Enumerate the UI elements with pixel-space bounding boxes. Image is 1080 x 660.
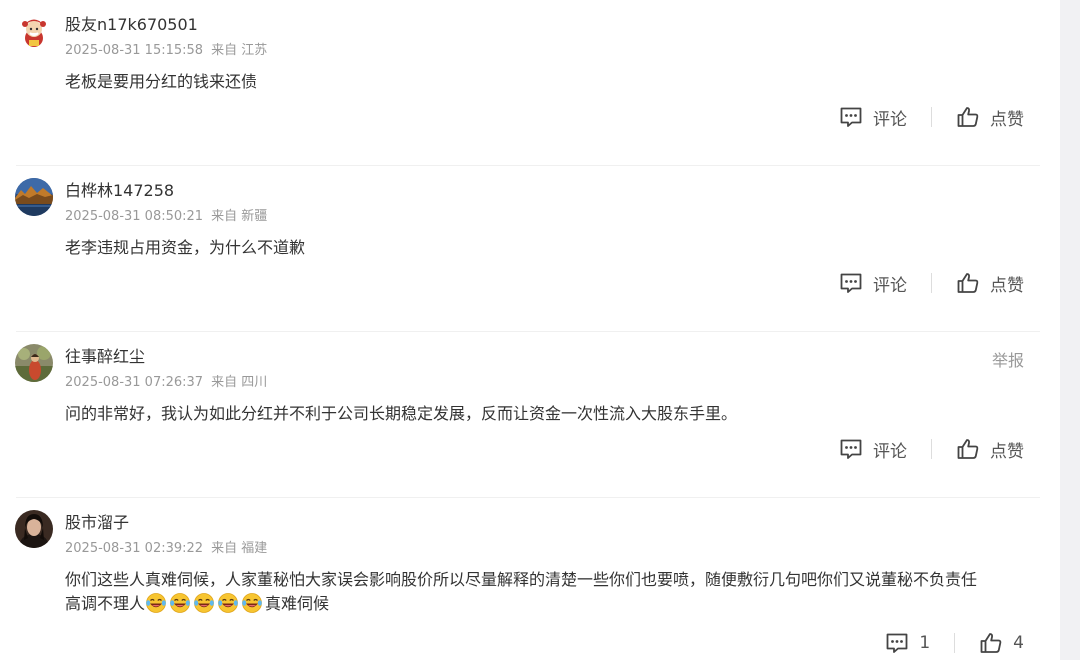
comment-content: 老板是要用分红的钱来还债 — [65, 72, 258, 91]
comment-text: 真难伺候 — [265, 594, 330, 613]
report-button[interactable]: 举报 — [992, 347, 1024, 371]
comment-location: 来自 四川 — [211, 375, 268, 390]
comment-actions: 评论 点赞 — [839, 436, 1024, 462]
comment-item: 白桦林147258 2025-08-31 08:50:21 来自 新疆 老李违规占… — [0, 166, 1060, 332]
thumbs-up-icon — [957, 439, 979, 459]
comment-item: 股友n17k670501 2025-08-31 15:15:58 来自 江苏 老板… — [0, 0, 1060, 166]
photo-avatar-icon — [15, 344, 53, 382]
action-divider — [931, 107, 932, 127]
username[interactable]: 往事醉红尘 — [65, 346, 145, 368]
reply-button[interactable]: 评论 — [839, 437, 907, 462]
reply-button[interactable]: 评论 — [839, 271, 907, 296]
comment-actions: 评论 点赞 — [839, 270, 1024, 296]
comment-item: 股市溜子 2025-08-31 02:39:22 来自 福建 你们这些人真难伺候，… — [0, 498, 1060, 660]
comment-icon — [840, 439, 862, 459]
like-label: 点赞 — [990, 109, 1024, 130]
comment-icon — [840, 107, 862, 127]
comment-meta: 2025-08-31 08:50:21 来自 新疆 — [65, 208, 267, 226]
reply-button[interactable]: 评论 — [839, 105, 907, 130]
laughing-tears-emoji-icon — [242, 593, 262, 613]
comment-actions: 1 4 — [885, 630, 1024, 656]
username[interactable]: 白桦林147258 — [65, 180, 174, 202]
comment-actions: 评论 点赞 — [839, 104, 1024, 130]
comment-location: 来自 江苏 — [211, 43, 268, 58]
user-avatar[interactable] — [15, 12, 53, 50]
user-avatar[interactable] — [15, 178, 53, 216]
reply-label: 评论 — [873, 441, 907, 462]
comment-content-line: 高调不理人 真难伺候 — [65, 592, 1035, 616]
comment-content: 老李违规占用资金，为什么不道歉 — [65, 238, 306, 257]
user-avatar[interactable] — [15, 510, 53, 548]
cartoon-avatar-icon — [15, 12, 53, 50]
comment-content: 你们这些人真难伺候，人家董秘怕大家误会影响股价所以尽量解释的清楚一些你们也要喷，… — [65, 568, 1035, 616]
action-divider — [931, 273, 932, 293]
thumbs-up-icon — [980, 633, 1002, 653]
comment-icon — [840, 273, 862, 293]
username[interactable]: 股友n17k670501 — [65, 14, 198, 36]
comment-time: 2025-08-31 07:26:37 — [65, 375, 204, 390]
user-avatar[interactable] — [15, 344, 53, 382]
action-divider — [954, 633, 956, 653]
like-label: 点赞 — [990, 275, 1024, 296]
laughing-tears-emoji-icon — [194, 593, 214, 613]
comment-location: 来自 新疆 — [211, 209, 268, 224]
like-count: 4 — [1013, 633, 1024, 653]
portrait-avatar-icon — [15, 510, 53, 548]
reply-count: 1 — [919, 633, 931, 653]
action-divider — [931, 439, 932, 459]
comment-item: 往事醉红尘 举报 2025-08-31 07:26:37 来自 四川 问的非常好，… — [0, 332, 1060, 498]
comment-location: 来自 福建 — [211, 541, 268, 556]
like-button[interactable]: 点赞 — [956, 437, 1024, 462]
like-button[interactable]: 点赞 — [956, 271, 1024, 296]
laughing-tears-emoji-icon — [170, 593, 190, 613]
laughing-tears-emoji-icon — [146, 593, 166, 613]
comment-meta: 2025-08-31 07:26:37 来自 四川 — [65, 374, 267, 392]
emoji-row — [145, 593, 265, 613]
username[interactable]: 股市溜子 — [65, 512, 129, 534]
like-button[interactable]: 点赞 — [956, 105, 1024, 130]
reply-label: 评论 — [873, 275, 907, 296]
comment-time: 2025-08-31 15:15:58 — [65, 43, 204, 58]
comment-content-line: 你们这些人真难伺候，人家董秘怕大家误会影响股价所以尽量解释的清楚一些你们也要喷，… — [65, 570, 978, 589]
landscape-avatar-icon — [15, 178, 53, 216]
comment-meta: 2025-08-31 15:15:58 来自 江苏 — [65, 42, 267, 60]
comment-time: 2025-08-31 02:39:22 — [65, 541, 204, 556]
comment-text: 高调不理人 — [65, 594, 146, 613]
reply-label: 评论 — [873, 109, 907, 130]
comment-meta: 2025-08-31 02:39:22 来自 福建 — [65, 540, 267, 558]
comment-content: 问的非常好，我认为如此分红并不利于公司长期稳定发展，反而让资金一次性流入大股东手… — [65, 404, 738, 423]
reply-button[interactable]: 1 — [885, 631, 930, 655]
comment-time: 2025-08-31 08:50:21 — [65, 209, 204, 224]
laughing-tears-emoji-icon — [218, 593, 238, 613]
thumbs-up-icon — [957, 273, 979, 293]
thumbs-up-icon — [957, 107, 979, 127]
scrollbar-track[interactable] — [1060, 0, 1080, 660]
like-label: 点赞 — [990, 441, 1024, 462]
comment-icon — [886, 633, 908, 653]
like-button[interactable]: 4 — [979, 631, 1024, 655]
